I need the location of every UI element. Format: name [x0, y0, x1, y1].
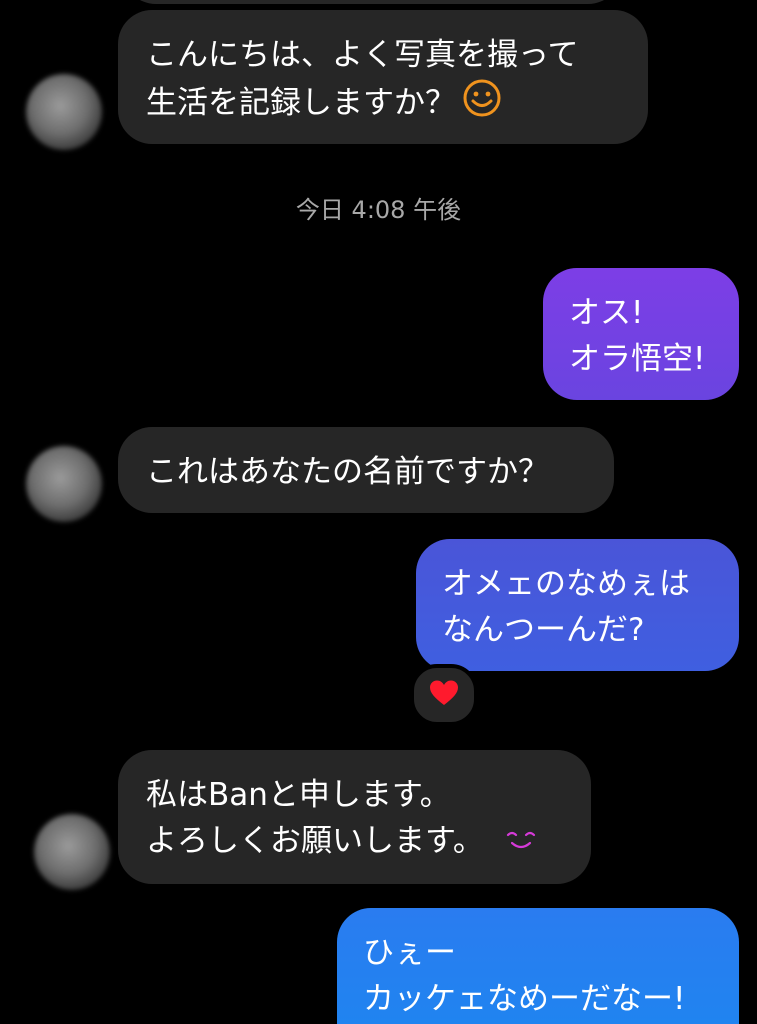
message-text-line: ひぇー	[363, 935, 456, 971]
incoming-message-bubble[interactable]: 私はBanと申します。 よろしくお願いします。	[118, 750, 591, 884]
message-text-line: これはあなたの名前ですか？	[146, 454, 549, 490]
message-text-line: オメェのなめぇは	[442, 566, 690, 602]
message-text-line: オス!	[569, 295, 644, 331]
outgoing-message-bubble[interactable]: オス! オラ悟空!	[543, 268, 739, 400]
message-text-line: オラ悟空!	[569, 341, 706, 377]
sender-avatar[interactable]	[26, 74, 102, 150]
message-text-line: カッケェなめーだなー!	[363, 981, 686, 1017]
incoming-message-bubble[interactable]: これはあなたの名前ですか？	[118, 427, 614, 513]
message-reaction-badge[interactable]	[410, 664, 478, 726]
heart-icon	[429, 679, 459, 711]
sender-avatar[interactable]	[34, 814, 110, 890]
message-text-line: よろしくお願いします。	[146, 818, 563, 866]
outgoing-message-bubble[interactable]: オメェのなめぇは なんつーんだ?	[416, 539, 739, 671]
smiling-eyes-emoji-icon	[504, 820, 538, 866]
previous-message-bubble-edge	[122, 0, 622, 4]
message-text-line: 生活を記録しますか？	[146, 78, 620, 131]
smiling-face-emoji-icon	[462, 78, 502, 131]
conversation-timestamp: 今日 4:08 午後	[295, 196, 462, 224]
message-text-line: こんにちは、よく写真を撮って	[146, 37, 579, 73]
message-text-line: なんつーんだ?	[442, 612, 645, 648]
outgoing-message-bubble[interactable]: ひぇー カッケェなめーだなー!	[337, 908, 739, 1024]
incoming-message-bubble[interactable]: こんにちは、よく写真を撮って 生活を記録しますか？	[118, 10, 648, 144]
message-text-line: 私はBanと申します。	[146, 777, 451, 813]
sender-avatar[interactable]	[26, 446, 102, 522]
